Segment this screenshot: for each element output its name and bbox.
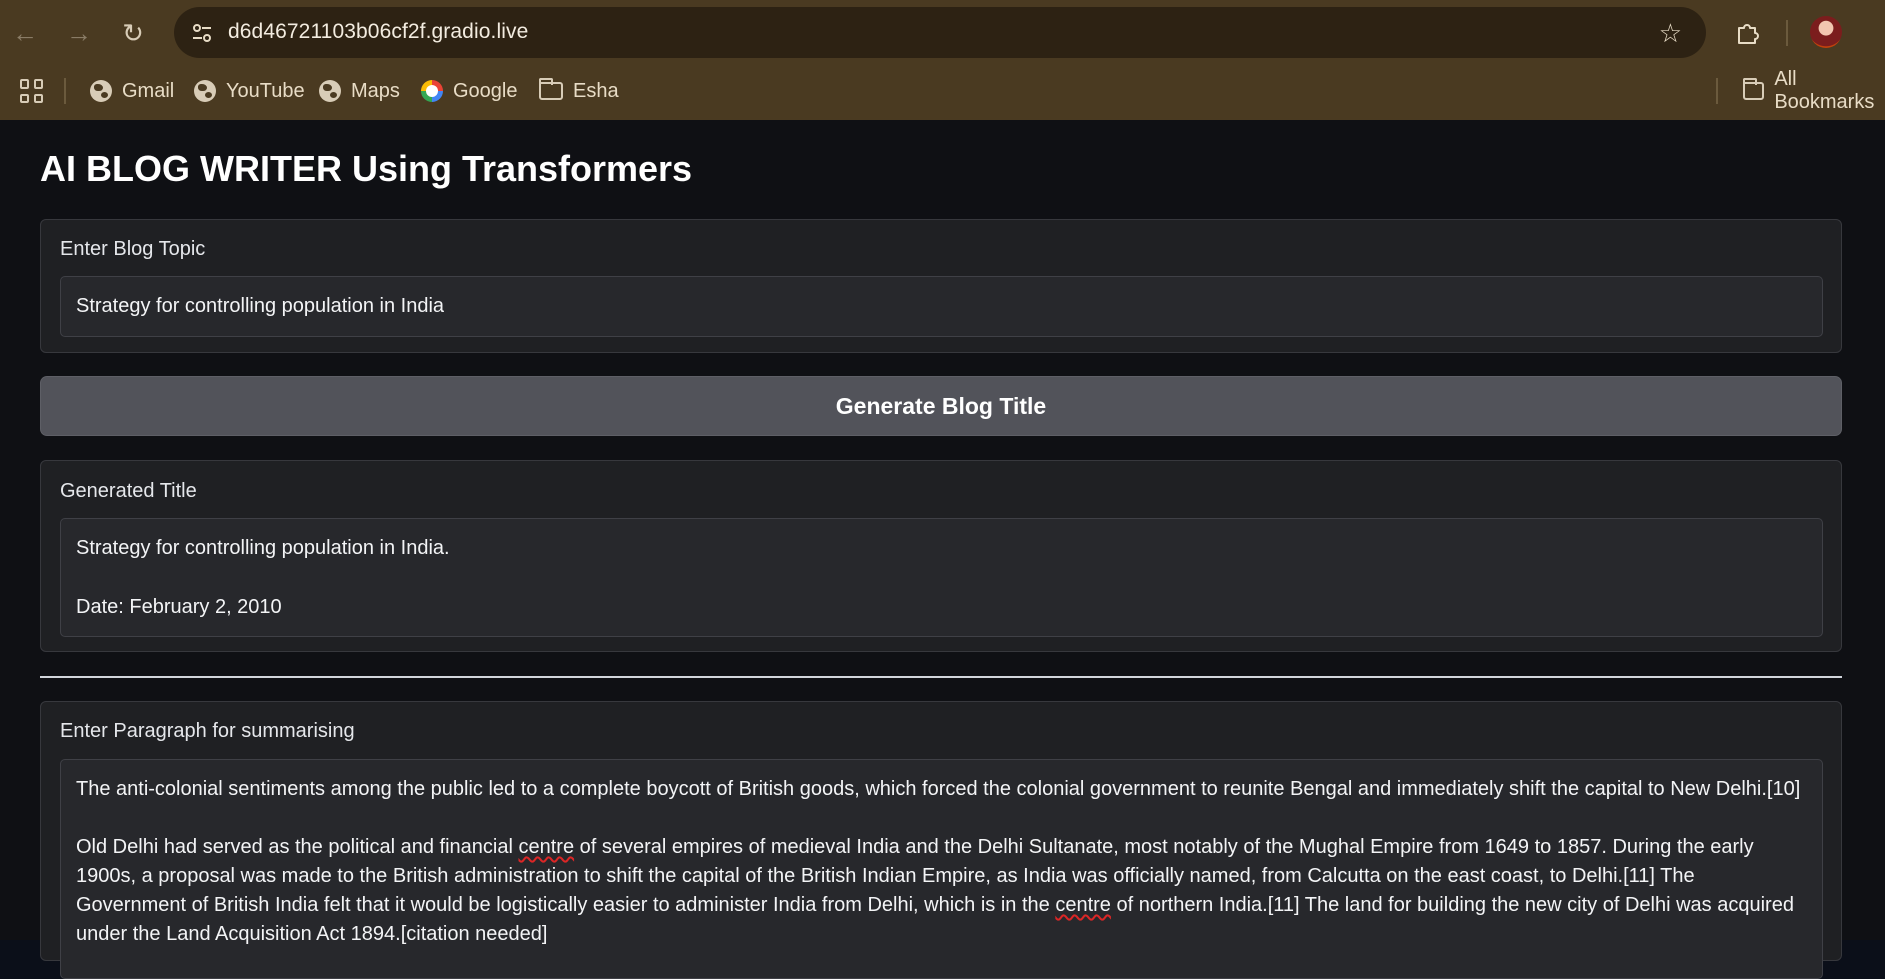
paragraph-text-1: The anti-colonial sentiments among the p… <box>76 778 1801 800</box>
url-text[interactable]: d6d46721103b06cf2f.gradio.live <box>228 20 528 44</box>
bookmark-label: Google <box>453 79 518 102</box>
globe-icon <box>194 80 216 102</box>
all-bookmarks-label: All Bookmarks <box>1774 68 1875 113</box>
bookmarks-divider <box>64 78 66 104</box>
section-divider <box>40 676 1842 678</box>
browser-toolbar: ← → ↻ d6d46721103b06cf2f.gradio.live ☆ <box>0 0 1885 66</box>
address-bar[interactable]: d6d46721103b06cf2f.gradio.live ☆ <box>174 7 1706 58</box>
reload-icon[interactable]: ↻ <box>114 14 152 52</box>
folder-icon <box>539 78 563 100</box>
site-info-icon[interactable] <box>188 19 216 47</box>
blog-topic-block: Enter Blog Topic Strategy for controllin… <box>40 219 1842 353</box>
globe-icon <box>90 80 112 102</box>
page-title: AI BLOG WRITER Using Transformers <box>40 148 693 189</box>
generated-title-block: Generated Title Strategy for controlling… <box>40 460 1842 652</box>
paragraph-text-2: Old Delhi had served as the political an… <box>76 833 1807 949</box>
bookmark-star-icon[interactable]: ☆ <box>1659 18 1682 49</box>
bookmarks-divider <box>1716 78 1718 104</box>
google-logo-icon <box>421 80 443 102</box>
page-content: AI BLOG WRITER Using Transformers Enter … <box>0 120 1885 979</box>
folder-icon <box>1743 78 1765 100</box>
browser-chrome: ← → ↻ d6d46721103b06cf2f.gradio.live ☆ G… <box>0 0 1885 120</box>
paragraph-block: Enter Paragraph for summarising The anti… <box>40 701 1842 979</box>
extensions-icon[interactable] <box>1730 14 1766 50</box>
forward-icon[interactable]: → <box>60 14 98 52</box>
bookmark-google[interactable]: Google <box>421 75 518 107</box>
bookmark-label: Gmail <box>122 79 175 102</box>
globe-icon <box>319 80 341 102</box>
paragraph-textarea[interactable]: The anti-colonial sentiments among the p… <box>60 759 1823 979</box>
apps-grid-icon[interactable] <box>20 79 44 103</box>
all-bookmarks-folder[interactable]: All Bookmarks <box>1743 68 1885 113</box>
back-icon[interactable]: ← <box>6 14 44 52</box>
blog-topic-label: Enter Blog Topic <box>60 238 206 260</box>
generated-title-output[interactable]: Strategy for controlling population in I… <box>60 518 1823 637</box>
generated-title-line: Strategy for controlling population in I… <box>76 537 450 559</box>
toolbar-divider <box>1786 20 1788 46</box>
bookmark-label: Maps <box>351 79 400 102</box>
spellcheck-word: centre <box>518 836 575 858</box>
bookmarks-bar: Gmail YouTube Maps Google Esha All Bookm… <box>0 66 1885 120</box>
paragraph-segment: Old Delhi had served as the political an… <box>76 836 519 858</box>
bookmark-gmail[interactable]: Gmail <box>90 75 174 107</box>
generated-title-label: Generated Title <box>60 480 197 502</box>
bookmark-label: YouTube <box>226 79 305 102</box>
profile-avatar[interactable] <box>1810 16 1842 48</box>
bookmark-maps[interactable]: Maps <box>319 75 400 107</box>
bookmark-label: Esha <box>573 79 619 102</box>
bookmark-youtube[interactable]: YouTube <box>194 75 305 107</box>
blog-topic-input[interactable]: Strategy for controlling population in I… <box>60 276 1823 337</box>
spellcheck-word: centre <box>1055 894 1111 916</box>
generated-date-line: Date: February 2, 2010 <box>76 596 282 618</box>
bookmark-esha-folder[interactable]: Esha <box>539 75 619 107</box>
paragraph-label: Enter Paragraph for summarising <box>60 720 355 742</box>
generate-blog-title-button[interactable]: Generate Blog Title <box>40 376 1842 436</box>
